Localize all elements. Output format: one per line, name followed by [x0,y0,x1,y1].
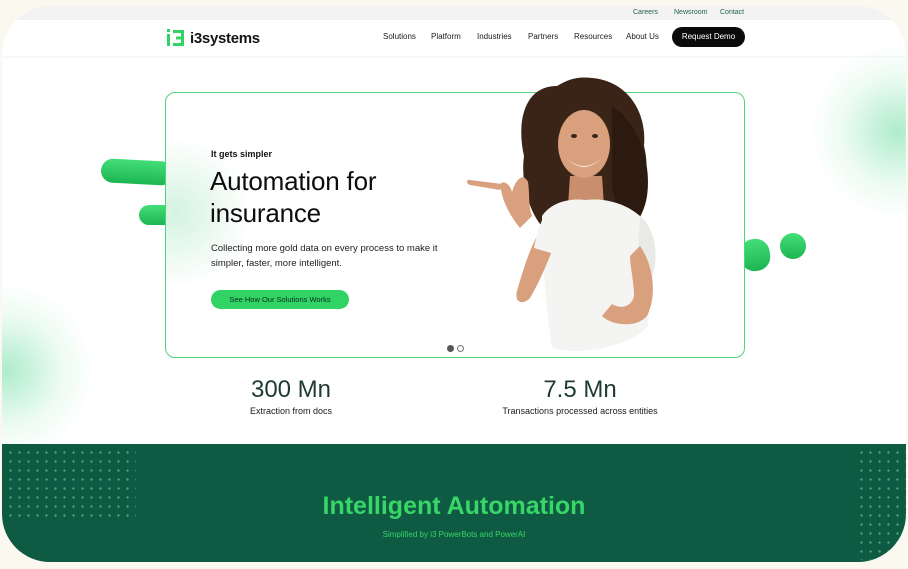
decorative-glow-right [812,46,906,216]
newsroom-link[interactable]: Newsroom [674,9,707,16]
stat-value-extraction: 300 Mn [250,376,332,403]
nav-resources[interactable]: Resources [574,32,612,41]
nav-partners[interactable]: Partners [528,32,558,41]
logo-wordmark: i3systems [190,29,260,47]
carousel-dot-1[interactable] [447,345,454,352]
section-title: Intelligent Automation [322,492,586,520]
hero-title: Automation for insurance [210,166,377,228]
utility-bar: Careers Newsroom Contact [2,6,906,20]
see-solutions-button[interactable]: See How Our Solutions Works [211,290,349,309]
hero-eyebrow: It gets simpler [211,149,273,159]
nav-industries[interactable]: Industries [477,32,512,41]
intelligent-automation-section: Intelligent Automation Simplified by i3 … [2,444,906,562]
decorative-circle-right [780,233,806,259]
request-demo-button[interactable]: Request Demo [672,27,745,47]
hero-description: Collecting more gold data on every proce… [211,243,438,269]
nav-platform[interactable]: Platform [431,32,461,41]
contact-link[interactable]: Contact [720,9,744,16]
decorative-pill-top [100,158,174,186]
section-subtitle: Simplified by i3 PowerBots and PowerAI [382,530,526,539]
stat-value-transactions: 7.5 Mn [543,376,617,403]
stat-label-transactions: Transactions processed across entities [502,406,658,416]
careers-link[interactable]: Careers [633,9,658,16]
nav-about-us[interactable]: About Us [626,32,659,41]
pointing-woman-illustration [467,77,656,351]
nav-solutions[interactable]: Solutions [383,32,416,41]
decorative-glow-left [2,286,92,456]
logo[interactable]: i3systems [167,28,260,48]
i3-logo-icon [167,29,185,47]
main-nav: i3systems Solutions Platform Industries … [2,20,906,56]
browser-viewport: Careers Newsroom Contact i3systems Solut… [2,6,906,562]
stat-label-extraction: Extraction from docs [249,406,333,416]
